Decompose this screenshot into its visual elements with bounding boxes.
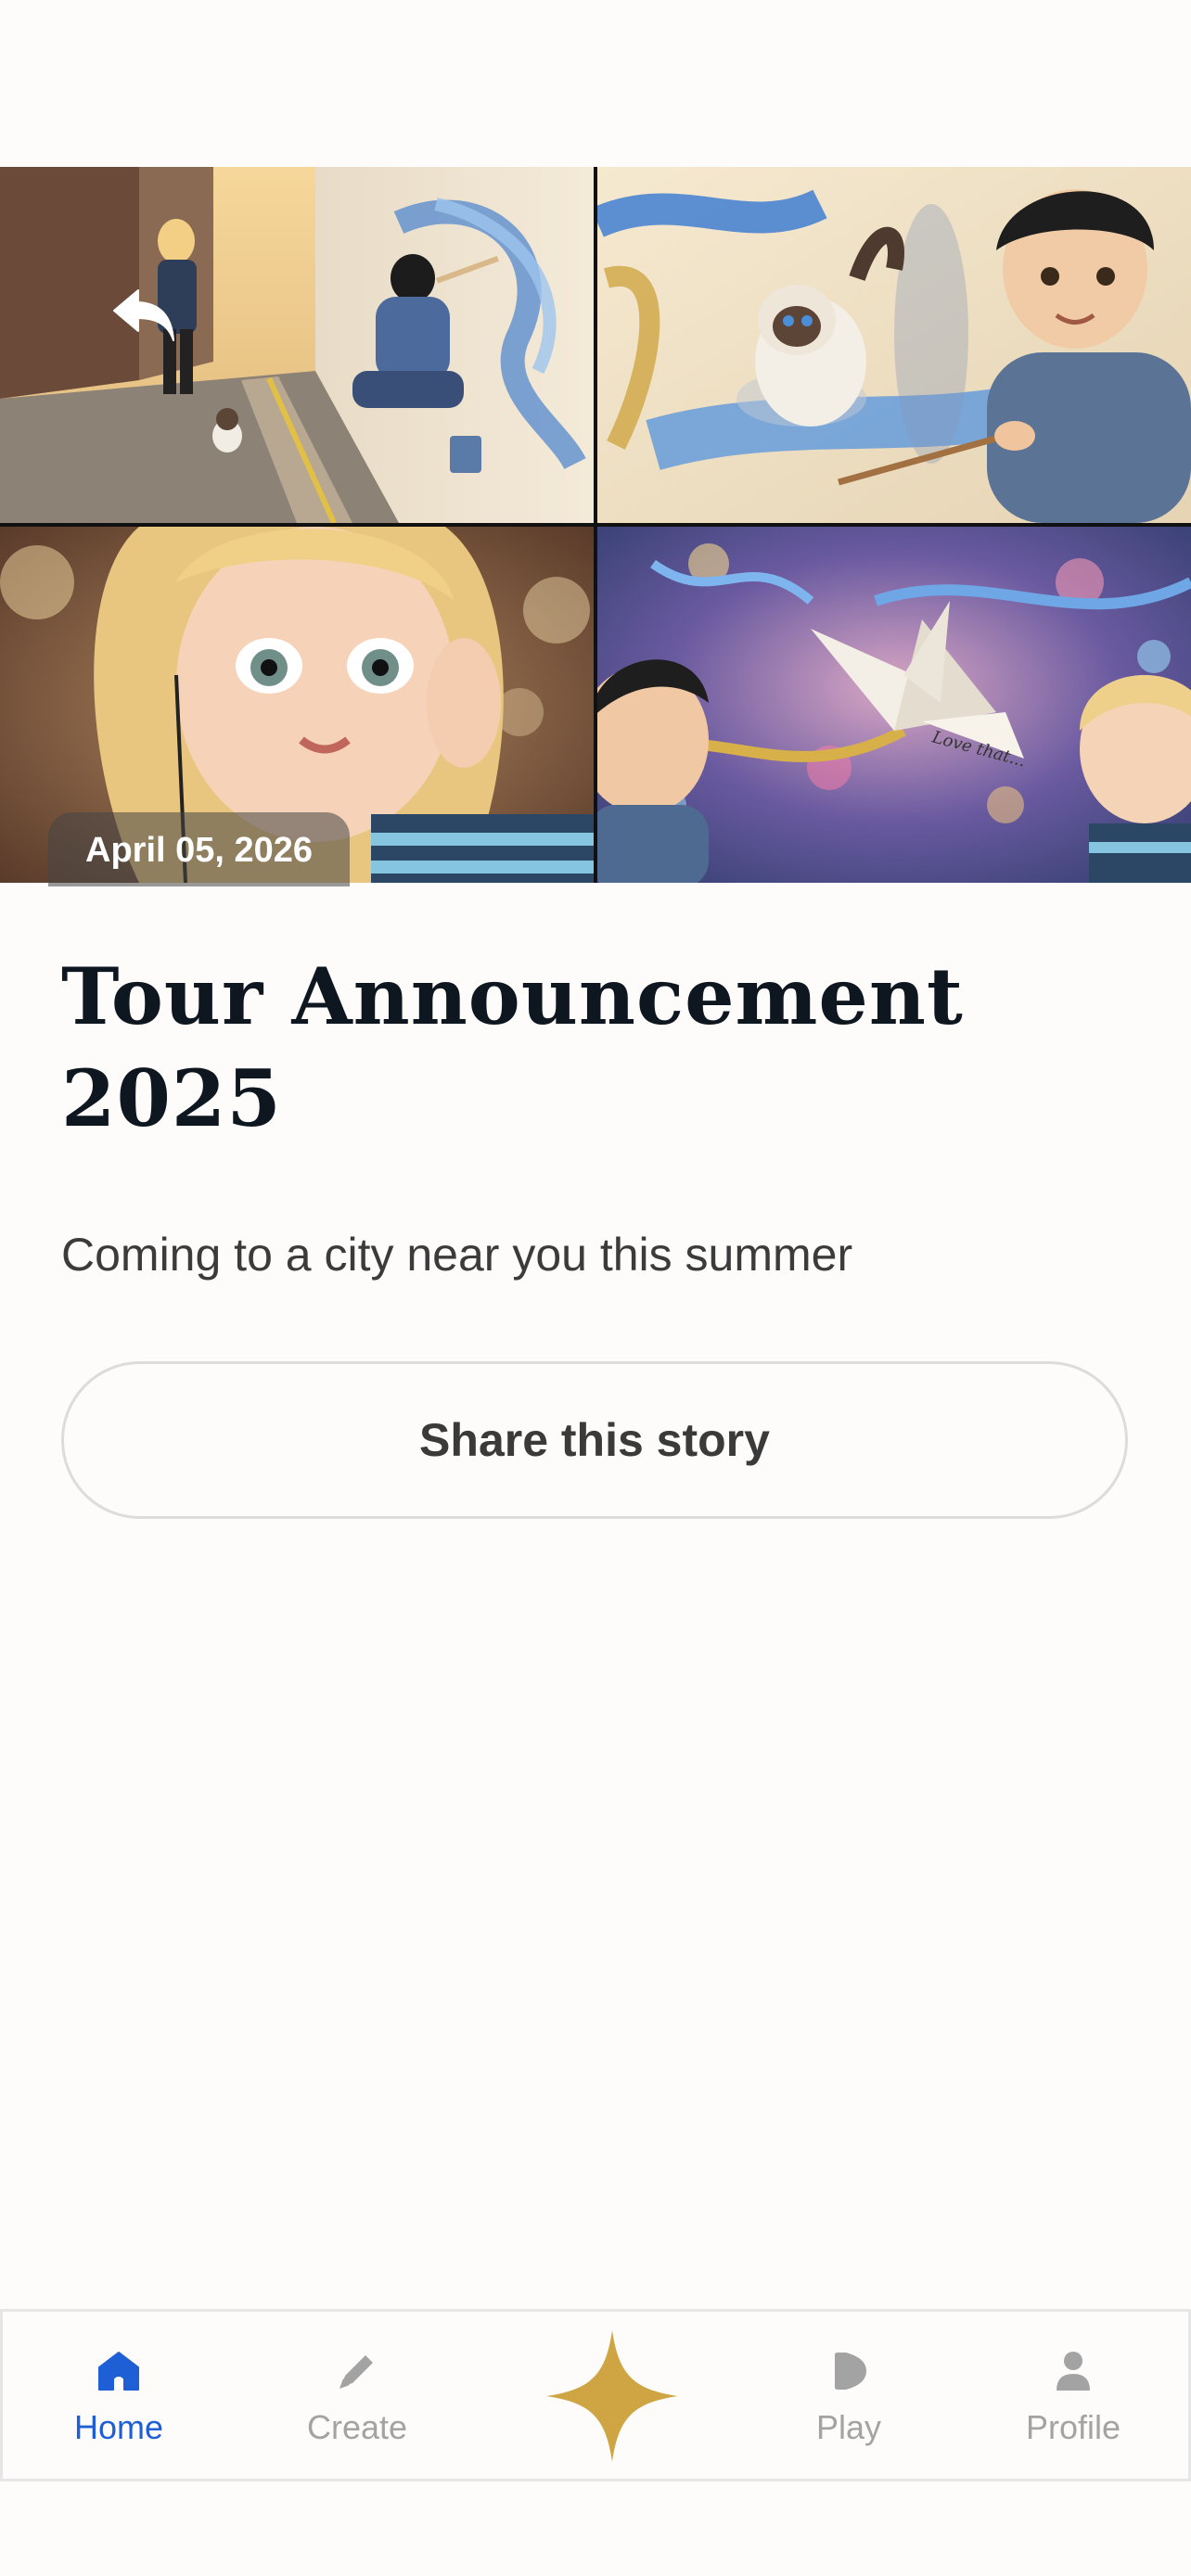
tab-create-label: Create bbox=[306, 2408, 408, 2446]
sparkle-button[interactable] bbox=[543, 2327, 682, 2466]
page-title: Tour Announcement 2025 bbox=[61, 950, 964, 1144]
tab-profile-label: Profile bbox=[1025, 2408, 1121, 2446]
tab-profile[interactable]: Profile bbox=[971, 2312, 1175, 2479]
hero-image-street-mural bbox=[0, 167, 594, 523]
share-story-button[interactable]: Share this story bbox=[61, 1361, 1128, 1519]
tab-create[interactable]: Create bbox=[255, 2312, 459, 2479]
play-icon bbox=[825, 2347, 873, 2395]
person-icon bbox=[1049, 2347, 1097, 2395]
tab-play[interactable]: Play bbox=[747, 2312, 951, 2479]
hero-collage: Love that... bbox=[0, 167, 1191, 883]
hero-image-cat-and-boy bbox=[597, 167, 1191, 523]
tab-home-label: Home bbox=[73, 2408, 164, 2446]
tab-home[interactable]: Home bbox=[17, 2312, 221, 2479]
back-button[interactable] bbox=[102, 278, 186, 352]
story-page: Love that... April 05, 2026 Tour Announc… bbox=[0, 0, 1191, 2576]
bottom-tab-bar: Home Create Play Profile bbox=[0, 2309, 1191, 2481]
pencil-icon bbox=[333, 2347, 381, 2395]
hero-image-paper-crane: Love that... bbox=[597, 527, 1191, 883]
tab-play-label: Play bbox=[815, 2408, 882, 2446]
back-arrow-icon bbox=[110, 287, 177, 344]
date-badge: April 05, 2026 bbox=[48, 812, 351, 886]
home-icon bbox=[95, 2347, 143, 2395]
status-bar-area bbox=[0, 0, 1191, 167]
sparkle-star-icon bbox=[543, 2327, 682, 2470]
page-subtitle: Coming to a city near you this summer bbox=[61, 1229, 853, 1281]
